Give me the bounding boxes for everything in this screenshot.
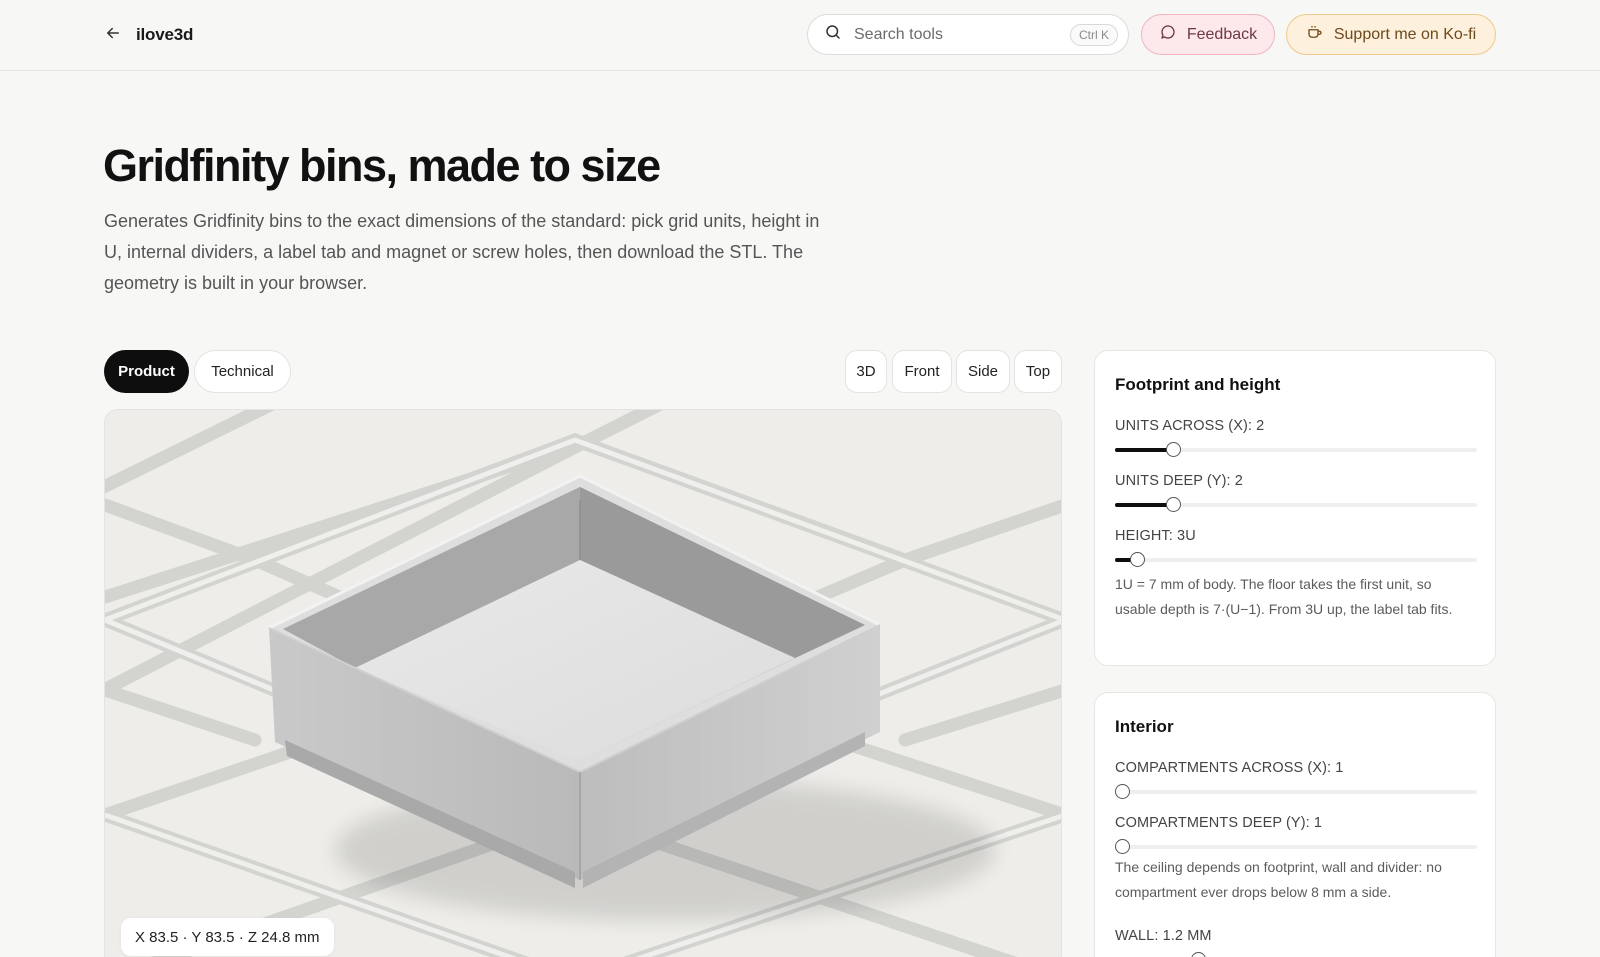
support-kofi-button[interactable]: Support me on Ko-fi — [1286, 14, 1496, 55]
compartments-deep-slider[interactable] — [1115, 839, 1477, 855]
compartments-help-text: The ceiling depends on footprint, wall a… — [1115, 859, 1442, 900]
back-link[interactable]: ilove3d — [104, 20, 193, 50]
slider-thumb[interactable] — [1165, 442, 1181, 457]
arrow-left-icon — [104, 24, 122, 47]
bin-render — [105, 410, 1061, 957]
height-slider[interactable] — [1115, 552, 1477, 568]
height-label: HEIGHT: 3U — [1115, 528, 1196, 544]
view-top-button[interactable]: Top — [1014, 350, 1062, 393]
compartments-across-label: COMPARTMENTS ACROSS (X): 1 — [1115, 760, 1344, 776]
feedback-label: Feedback — [1186, 25, 1258, 43]
compartments-across-slider[interactable] — [1115, 784, 1477, 800]
top-bar: ilove3d Ctrl K Feedback Support me on Ko… — [0, 0, 1600, 71]
view-side-button[interactable]: Side — [956, 350, 1010, 393]
chat-bubble-icon — [1159, 23, 1177, 46]
units-across-slider[interactable] — [1115, 442, 1477, 458]
view-front-button[interactable]: Front — [892, 350, 952, 393]
wall-slider[interactable] — [1115, 952, 1477, 957]
units-deep-slider[interactable] — [1115, 497, 1477, 513]
view-3d-button[interactable]: 3D — [845, 350, 887, 393]
units-deep-label: UNITS DEEP (Y): 2 — [1115, 473, 1243, 489]
slider-thumb[interactable] — [1115, 784, 1130, 799]
tab-technical[interactable]: Technical — [194, 350, 291, 393]
tab-product[interactable]: Product — [104, 350, 189, 393]
slider-thumb[interactable] — [1115, 839, 1130, 854]
slider-thumb[interactable] — [1191, 952, 1207, 957]
compartments-deep-label: COMPARTMENTS DEEP (Y): 1 — [1115, 815, 1323, 831]
card-title: Interior — [1115, 717, 1174, 736]
units-across-label: UNITS ACROSS (X): 2 — [1115, 418, 1265, 434]
coffee-cup-icon — [1306, 23, 1324, 46]
support-label: Support me on Ko-fi — [1333, 25, 1477, 43]
dimensions-readout: X 83.5 · Y 83.5 · Z 24.8 mm — [121, 918, 334, 956]
interior-card: Interior COMPARTMENTS ACROSS (X): 1 COMP… — [1094, 692, 1496, 957]
wall-label: WALL: 1.2 MM — [1115, 928, 1212, 944]
page-title: Gridfinity bins, made to size — [103, 140, 661, 191]
slider-thumb[interactable] — [1165, 497, 1181, 512]
footprint-height-card: Footprint and height UNITS ACROSS (X): 2… — [1094, 350, 1496, 666]
brand-name: ilove3d — [136, 25, 194, 44]
card-title: Footprint and height — [1115, 375, 1281, 394]
height-help-text: 1U = 7 mm of body. The floor takes the f… — [1115, 576, 1453, 617]
page-description: Generates Gridfinity bins to the exact d… — [104, 211, 820, 293]
search-shortcut-badge: Ctrl K — [1070, 23, 1118, 46]
search-icon — [824, 23, 854, 46]
feedback-button[interactable]: Feedback — [1141, 14, 1275, 55]
3d-viewport[interactable]: X 83.5 · Y 83.5 · Z 24.8 mm — [104, 409, 1062, 957]
slider-thumb[interactable] — [1129, 552, 1145, 567]
search-input[interactable] — [854, 25, 1070, 44]
search-box[interactable]: Ctrl K — [807, 14, 1129, 55]
